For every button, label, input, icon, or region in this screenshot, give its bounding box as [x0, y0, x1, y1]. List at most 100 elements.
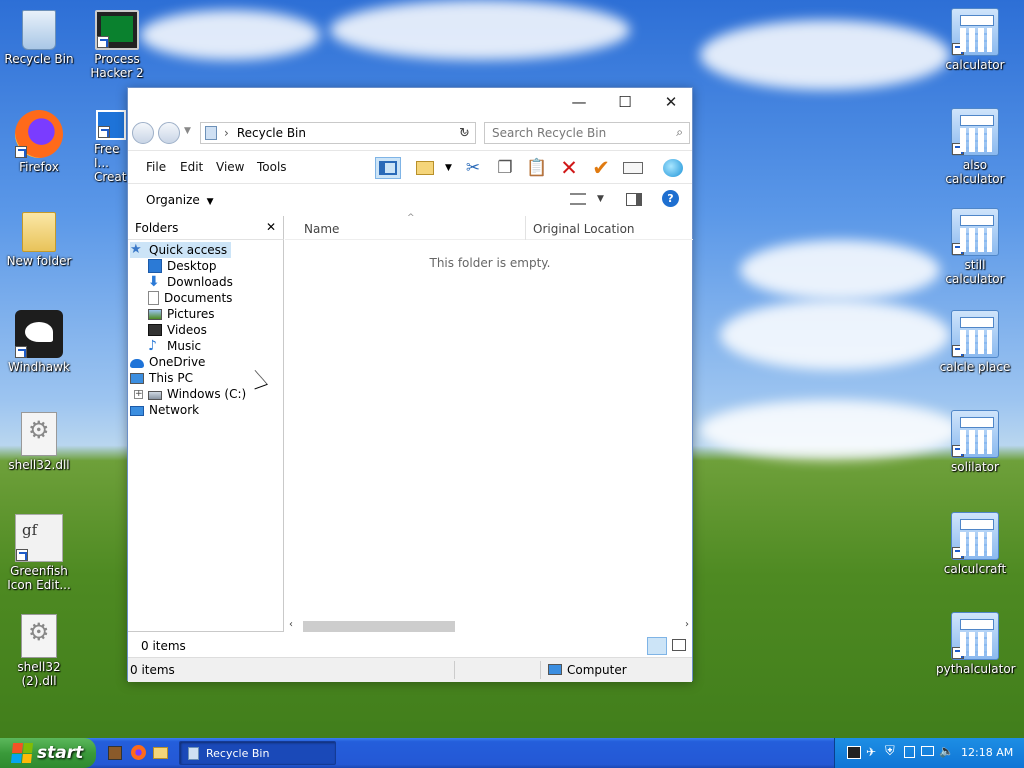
rename-icon[interactable]: [620, 157, 646, 179]
tree-item-pictures[interactable]: Pictures: [148, 306, 215, 322]
recent-locations-icon[interactable]: ▼: [184, 126, 191, 136]
recycle-bin-small-icon: [188, 746, 199, 760]
tree-item-this-pc[interactable]: This PC: [130, 370, 193, 386]
title-bar[interactable]: — ☐ ✕: [128, 88, 692, 116]
search-input[interactable]: Search Recycle Bin: [492, 126, 606, 140]
menu-view[interactable]: View: [216, 160, 244, 174]
tree-item-videos[interactable]: Videos: [148, 322, 207, 338]
organize-button[interactable]: Organize ▼: [146, 193, 214, 207]
quicklaunch-firefox-icon[interactable]: [131, 745, 146, 760]
drive-icon: [148, 391, 162, 400]
maximize-button[interactable]: ☐: [602, 88, 648, 116]
desktop-icon-process-hacker[interactable]: Process Hacker 2: [78, 10, 156, 80]
folder-icon: [22, 212, 56, 252]
help-icon[interactable]: ?: [662, 190, 679, 207]
close-button[interactable]: ✕: [648, 88, 694, 116]
details-view-icon[interactable]: [647, 637, 667, 655]
quicklaunch-app-icon[interactable]: [108, 746, 122, 760]
command-bar: Organize ▼ ▼ ?: [128, 186, 692, 214]
desktop-icon-shell32[interactable]: shell32.dll: [0, 412, 78, 472]
document-icon: [148, 291, 159, 305]
desktop-icon-firefox[interactable]: Firefox: [0, 110, 78, 174]
paste-icon[interactable]: 📋: [524, 157, 550, 179]
tray-security-shield-icon[interactable]: ⛨: [885, 744, 895, 759]
desktop-icon-still-calculator[interactable]: still calculator: [936, 208, 1014, 286]
views-dropdown-icon[interactable]: ▼: [445, 163, 452, 173]
status-location: Computer: [567, 663, 627, 677]
free-icon-creator-icon: [96, 110, 126, 140]
taskbar-button-recycle-bin[interactable]: Recycle Bin: [179, 741, 336, 765]
dll-file-icon: [21, 614, 57, 658]
clock[interactable]: 12:18 AM: [961, 746, 1013, 759]
tray-app-icon[interactable]: [847, 746, 861, 759]
view-options-icon[interactable]: [570, 193, 586, 205]
calculator-icon: [951, 512, 999, 560]
desktop-icon-also-calculator[interactable]: also calculator: [936, 108, 1014, 186]
scroll-thumb[interactable]: [303, 621, 455, 632]
menu-tools[interactable]: Tools: [257, 160, 287, 174]
desktop-icon-greenfish[interactable]: gf Greenfish Icon Edit...: [0, 514, 78, 592]
calculator-icon: [951, 108, 999, 156]
folders-pane-toggle-icon[interactable]: [375, 157, 401, 179]
preview-pane-icon[interactable]: [626, 193, 642, 206]
menu-file[interactable]: File: [146, 160, 166, 174]
column-header-original-location[interactable]: Original Location: [533, 222, 635, 236]
tree-item-documents[interactable]: Documents: [148, 290, 232, 306]
tree-item-quick-access[interactable]: ★ Quick access: [130, 242, 232, 258]
view-options-dropdown-icon[interactable]: ▼: [597, 194, 604, 204]
calculator-icon: [951, 612, 999, 660]
tray-display-icon[interactable]: [921, 746, 934, 756]
expand-icon[interactable]: +: [134, 389, 143, 399]
folders-pane-close-icon[interactable]: ✕: [266, 220, 276, 234]
explorer-window: — ☐ ✕ ▼ › Recycle Bin ⌄ ↻ Search Recycle…: [127, 87, 693, 682]
tree-item-onedrive[interactable]: OneDrive: [130, 354, 205, 370]
horizontal-scrollbar[interactable]: ‹ ›: [285, 618, 693, 634]
refresh-button[interactable]: ↻: [454, 122, 476, 144]
column-divider[interactable]: [525, 216, 526, 240]
breadcrumb-recycle-bin[interactable]: Recycle Bin: [237, 126, 306, 140]
computer-icon: [130, 372, 144, 384]
menu-edit[interactable]: Edit: [180, 160, 203, 174]
forward-button[interactable]: [158, 122, 180, 144]
download-icon: ⬇: [148, 274, 160, 290]
quicklaunch-folder-icon[interactable]: [153, 747, 168, 759]
large-icons-view-icon[interactable]: [672, 639, 686, 651]
folders-pane-title: Folders: [135, 221, 179, 235]
copy-icon[interactable]: ❐: [492, 157, 518, 179]
tree-item-network[interactable]: Network: [130, 402, 199, 418]
delete-icon[interactable]: ✕: [556, 156, 582, 180]
column-header-name[interactable]: Name: [304, 222, 339, 236]
tray-volume-muted-icon[interactable]: 🔈: [939, 744, 954, 758]
shell-icon[interactable]: [660, 157, 686, 179]
tree-item-desktop[interactable]: Desktop: [148, 258, 217, 274]
tray-safely-remove-icon[interactable]: [904, 746, 915, 758]
tree-item-windows-c[interactable]: + Windows (C:): [134, 386, 246, 402]
minimize-button[interactable]: —: [556, 88, 602, 116]
properties-check-icon[interactable]: ✔: [588, 156, 614, 180]
views-icon[interactable]: [412, 157, 438, 179]
scroll-right-icon[interactable]: ›: [685, 619, 689, 630]
tree-item-music[interactable]: ♪ Music: [148, 338, 201, 354]
back-button[interactable]: [132, 122, 154, 144]
desktop-icon-shell32-2[interactable]: shell32 (2).dll: [0, 614, 78, 688]
desktop-icon-calculator[interactable]: calculator: [936, 8, 1014, 72]
desktop-icon-calculcraft[interactable]: calculcraft: [936, 512, 1014, 576]
folders-tree: ★ Quick access Desktop ⬇ Downloads Docum…: [128, 240, 284, 632]
desktop-icon-recycle-bin[interactable]: Recycle Bin: [0, 10, 78, 66]
tree-item-downloads[interactable]: ⬇ Downloads: [148, 274, 233, 290]
desktop-icon-free-icon-creator[interactable]: Free I... Creat...: [78, 110, 128, 184]
desktop-icon-windhawk[interactable]: Windhawk: [0, 310, 78, 374]
desktop-icon-solilator[interactable]: solilator: [936, 410, 1014, 474]
desktop-icon-calcle-place[interactable]: calcle place: [936, 310, 1014, 374]
computer-icon: [548, 664, 562, 675]
scroll-left-icon[interactable]: ‹: [289, 619, 293, 630]
search-box[interactable]: Search Recycle Bin ⌕: [484, 122, 690, 144]
cut-icon[interactable]: ✂: [460, 157, 486, 179]
firefox-icon: [15, 110, 63, 158]
calculator-icon: [951, 8, 999, 56]
address-bar[interactable]: › Recycle Bin ⌄: [200, 122, 476, 144]
desktop-icon-new-folder[interactable]: New folder: [0, 212, 78, 268]
desktop-icon-pythalculator[interactable]: pythalculator: [936, 612, 1016, 676]
start-button[interactable]: start: [0, 738, 96, 768]
tray-network-disabled-icon[interactable]: ✈: [866, 745, 876, 759]
